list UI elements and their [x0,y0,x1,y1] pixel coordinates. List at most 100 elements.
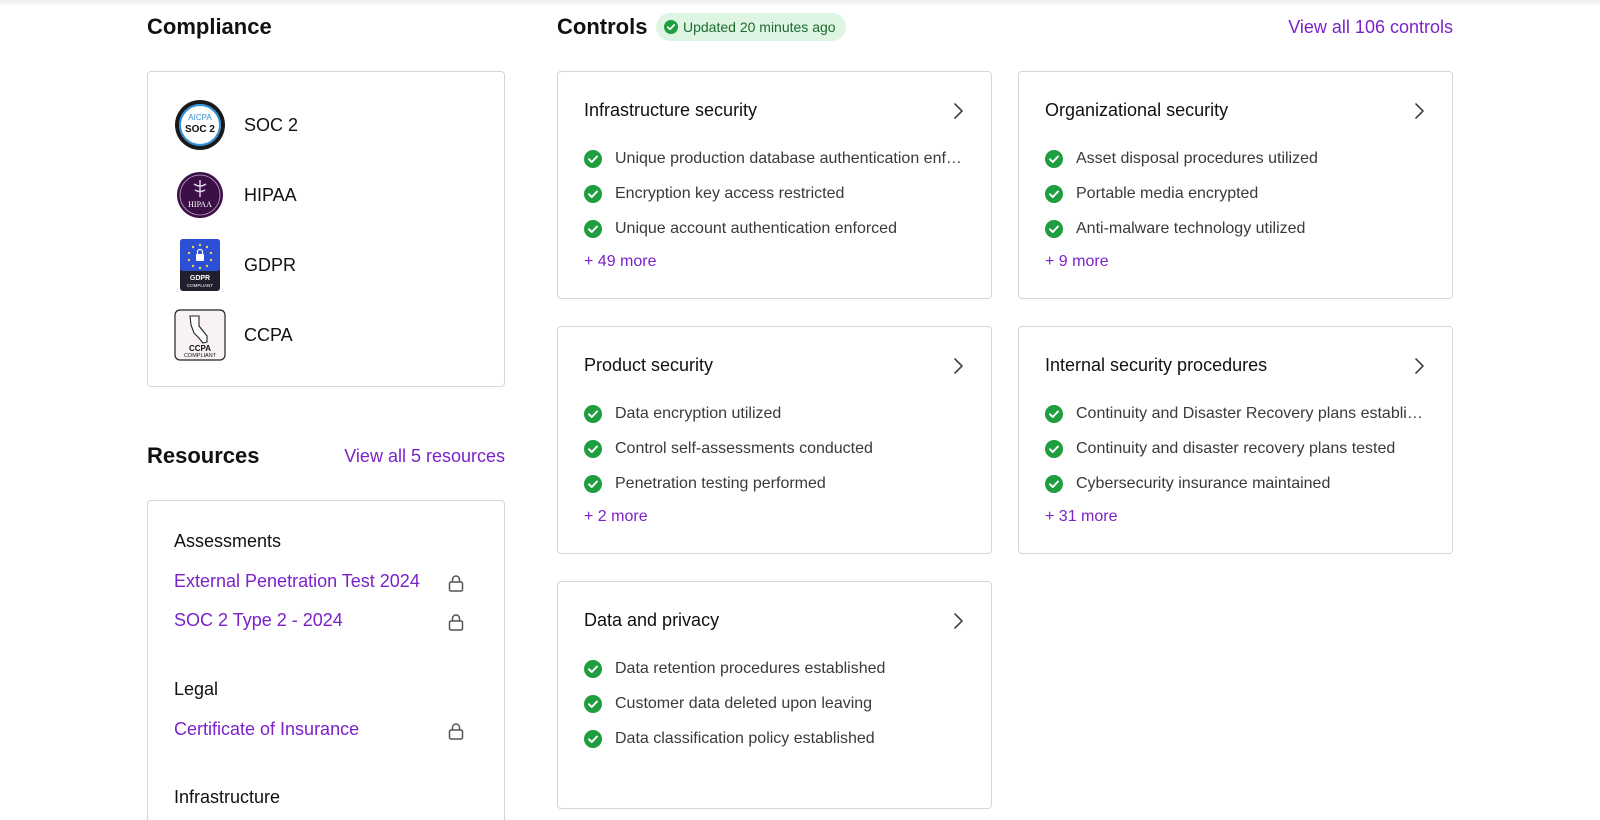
check-circle-icon [584,440,602,458]
control-item-label: Data retention procedures established [615,660,886,677]
chevron-right-icon [954,613,963,629]
controls-title: Controls [557,14,648,39]
resource-group-legal: Legal [174,679,219,699]
control-item-label: Asset disposal procedures utilized [1076,150,1318,167]
control-item: Customer data deleted upon leaving [584,693,964,715]
control-card-title: Data and privacy [584,610,720,630]
framework-soc2[interactable]: AICPA SOC 2 SOC 2 [174,98,298,152]
gdpr-badge-text: GDPR [190,275,210,282]
soc2-badge-text-top: AICPA [188,113,212,122]
check-circle-icon [1045,150,1063,168]
gdpr-badge-subtext: COMPLIANT [187,283,214,288]
control-card-infrastructure-security[interactable]: Infrastructure security Unique productio… [557,71,992,299]
check-circle-icon [584,660,602,678]
control-card-internal-security-procedures[interactable]: Internal security procedures Continuity … [1018,326,1453,554]
hipaa-badge-text: HIPAA [188,200,212,209]
control-card-product-security[interactable]: Product security Data encryption utilize… [557,326,992,554]
control-card-title: Internal security procedures [1045,355,1268,375]
control-item-label: Encryption key access restricted [615,185,845,202]
control-card-title: Infrastructure security [584,100,758,120]
view-all-controls-link[interactable]: View all 106 controls [1288,17,1453,38]
control-item-label: Anti-malware technology utilized [1076,220,1306,237]
check-circle-icon [584,405,602,423]
top-shadow [0,0,1600,6]
lock-icon [448,723,464,740]
updated-status-text: Updated 20 minutes ago [683,19,836,35]
check-circle-icon [1045,185,1063,203]
control-item: Control self-assessments conducted [584,438,964,460]
control-item-label: Unique production database authenticatio… [615,150,964,167]
check-circle-icon [1045,405,1063,423]
control-item: Unique account authentication enforced [584,218,964,240]
check-circle-icon [584,185,602,203]
control-item-label: Data encryption utilized [615,405,782,422]
resource-link-certificate-insurance[interactable]: Certificate of Insurance [174,719,359,740]
control-card-organizational-security[interactable]: Organizational security Asset disposal p… [1018,71,1453,299]
updated-status-badge: Updated 20 minutes ago [656,13,846,41]
more-controls-link[interactable]: + 9 more [1045,253,1109,271]
soc2-badge-icon: AICPA SOC 2 [174,99,226,151]
check-circle-icon [1045,440,1063,458]
framework-label: GDPR [244,254,297,275]
ccpa-badge-subtext: COMPLIANT [184,353,217,359]
more-controls-link[interactable]: + 2 more [584,508,648,526]
control-item-label: Unique account authentication enforced [615,220,897,237]
control-item: Continuity and disaster recovery plans t… [1045,438,1425,460]
framework-label: HIPAA [244,184,297,205]
check-circle-icon [584,150,602,168]
framework-gdpr[interactable]: GDPR COMPLIANT GDPR [174,238,296,292]
compliance-card: AICPA SOC 2 SOC 2 HIPAA HIPAA GDPR COMPL… [147,71,505,387]
control-item: Anti-malware technology utilized [1045,218,1425,240]
control-item-label: Continuity and disaster recovery plans t… [1076,440,1396,457]
check-circle-icon [584,730,602,748]
control-card-data-and-privacy[interactable]: Data and privacy Data retention procedur… [557,581,992,809]
check-circle-icon [664,20,678,34]
control-item-label: Data classification policy established [615,730,875,747]
chevron-right-icon [1415,103,1424,119]
lock-icon [448,575,464,592]
chevron-right-icon [1415,358,1424,374]
control-card-title: Product security [584,355,714,375]
ccpa-badge-text: CCPA [189,344,211,353]
framework-label: CCPA [244,324,293,345]
resource-group-assessments: Assessments [174,531,282,551]
control-item: Asset disposal procedures utilized [1045,148,1425,170]
control-item-label: Portable media encrypted [1076,185,1259,202]
gdpr-badge-icon: GDPR COMPLIANT [174,239,226,291]
ccpa-badge-icon: CCPA COMPLIANT [174,309,226,361]
control-item: Penetration testing performed [584,473,964,495]
control-item-label: Penetration testing performed [615,475,826,492]
control-item: Data retention procedures established [584,658,964,680]
control-item-label: Customer data deleted upon leaving [615,695,873,712]
check-circle-icon [584,220,602,238]
check-circle-icon [1045,475,1063,493]
more-controls-link[interactable]: + 49 more [584,253,656,271]
control-item: Continuity and Disaster Recovery plans e… [1045,403,1425,425]
control-item: Cybersecurity insurance maintained [1045,473,1425,495]
resource-link-external-pentest[interactable]: External Penetration Test 2024 [174,571,420,592]
lock-icon [448,614,464,631]
control-item-label: Control self-assessments conducted [615,440,873,457]
view-all-resources-link[interactable]: View all 5 resources [344,446,505,467]
control-item: Encryption key access restricted [584,183,964,205]
chevron-right-icon [954,103,963,119]
resources-card: Assessments External Penetration Test 20… [147,500,505,820]
control-item: Data classification policy established [584,728,964,750]
resource-link-soc2-type2[interactable]: SOC 2 Type 2 - 2024 [174,610,343,631]
more-controls-link[interactable]: + 31 more [1045,508,1117,526]
soc2-badge-text-main: SOC 2 [185,124,215,135]
control-card-title: Organizational security [1045,100,1229,120]
compliance-title: Compliance [147,14,272,39]
framework-ccpa[interactable]: CCPA COMPLIANT CCPA [174,308,293,362]
resource-group-infrastructure: Infrastructure [174,787,281,807]
hipaa-badge-icon: HIPAA [174,169,226,221]
control-item: Data encryption utilized [584,403,964,425]
control-item: Portable media encrypted [1045,183,1425,205]
check-circle-icon [584,695,602,713]
control-item-label: Cybersecurity insurance maintained [1076,475,1331,492]
check-circle-icon [584,475,602,493]
chevron-right-icon [954,358,963,374]
resources-title: Resources [147,443,260,468]
check-circle-icon [1045,220,1063,238]
framework-hipaa[interactable]: HIPAA HIPAA [174,168,297,222]
